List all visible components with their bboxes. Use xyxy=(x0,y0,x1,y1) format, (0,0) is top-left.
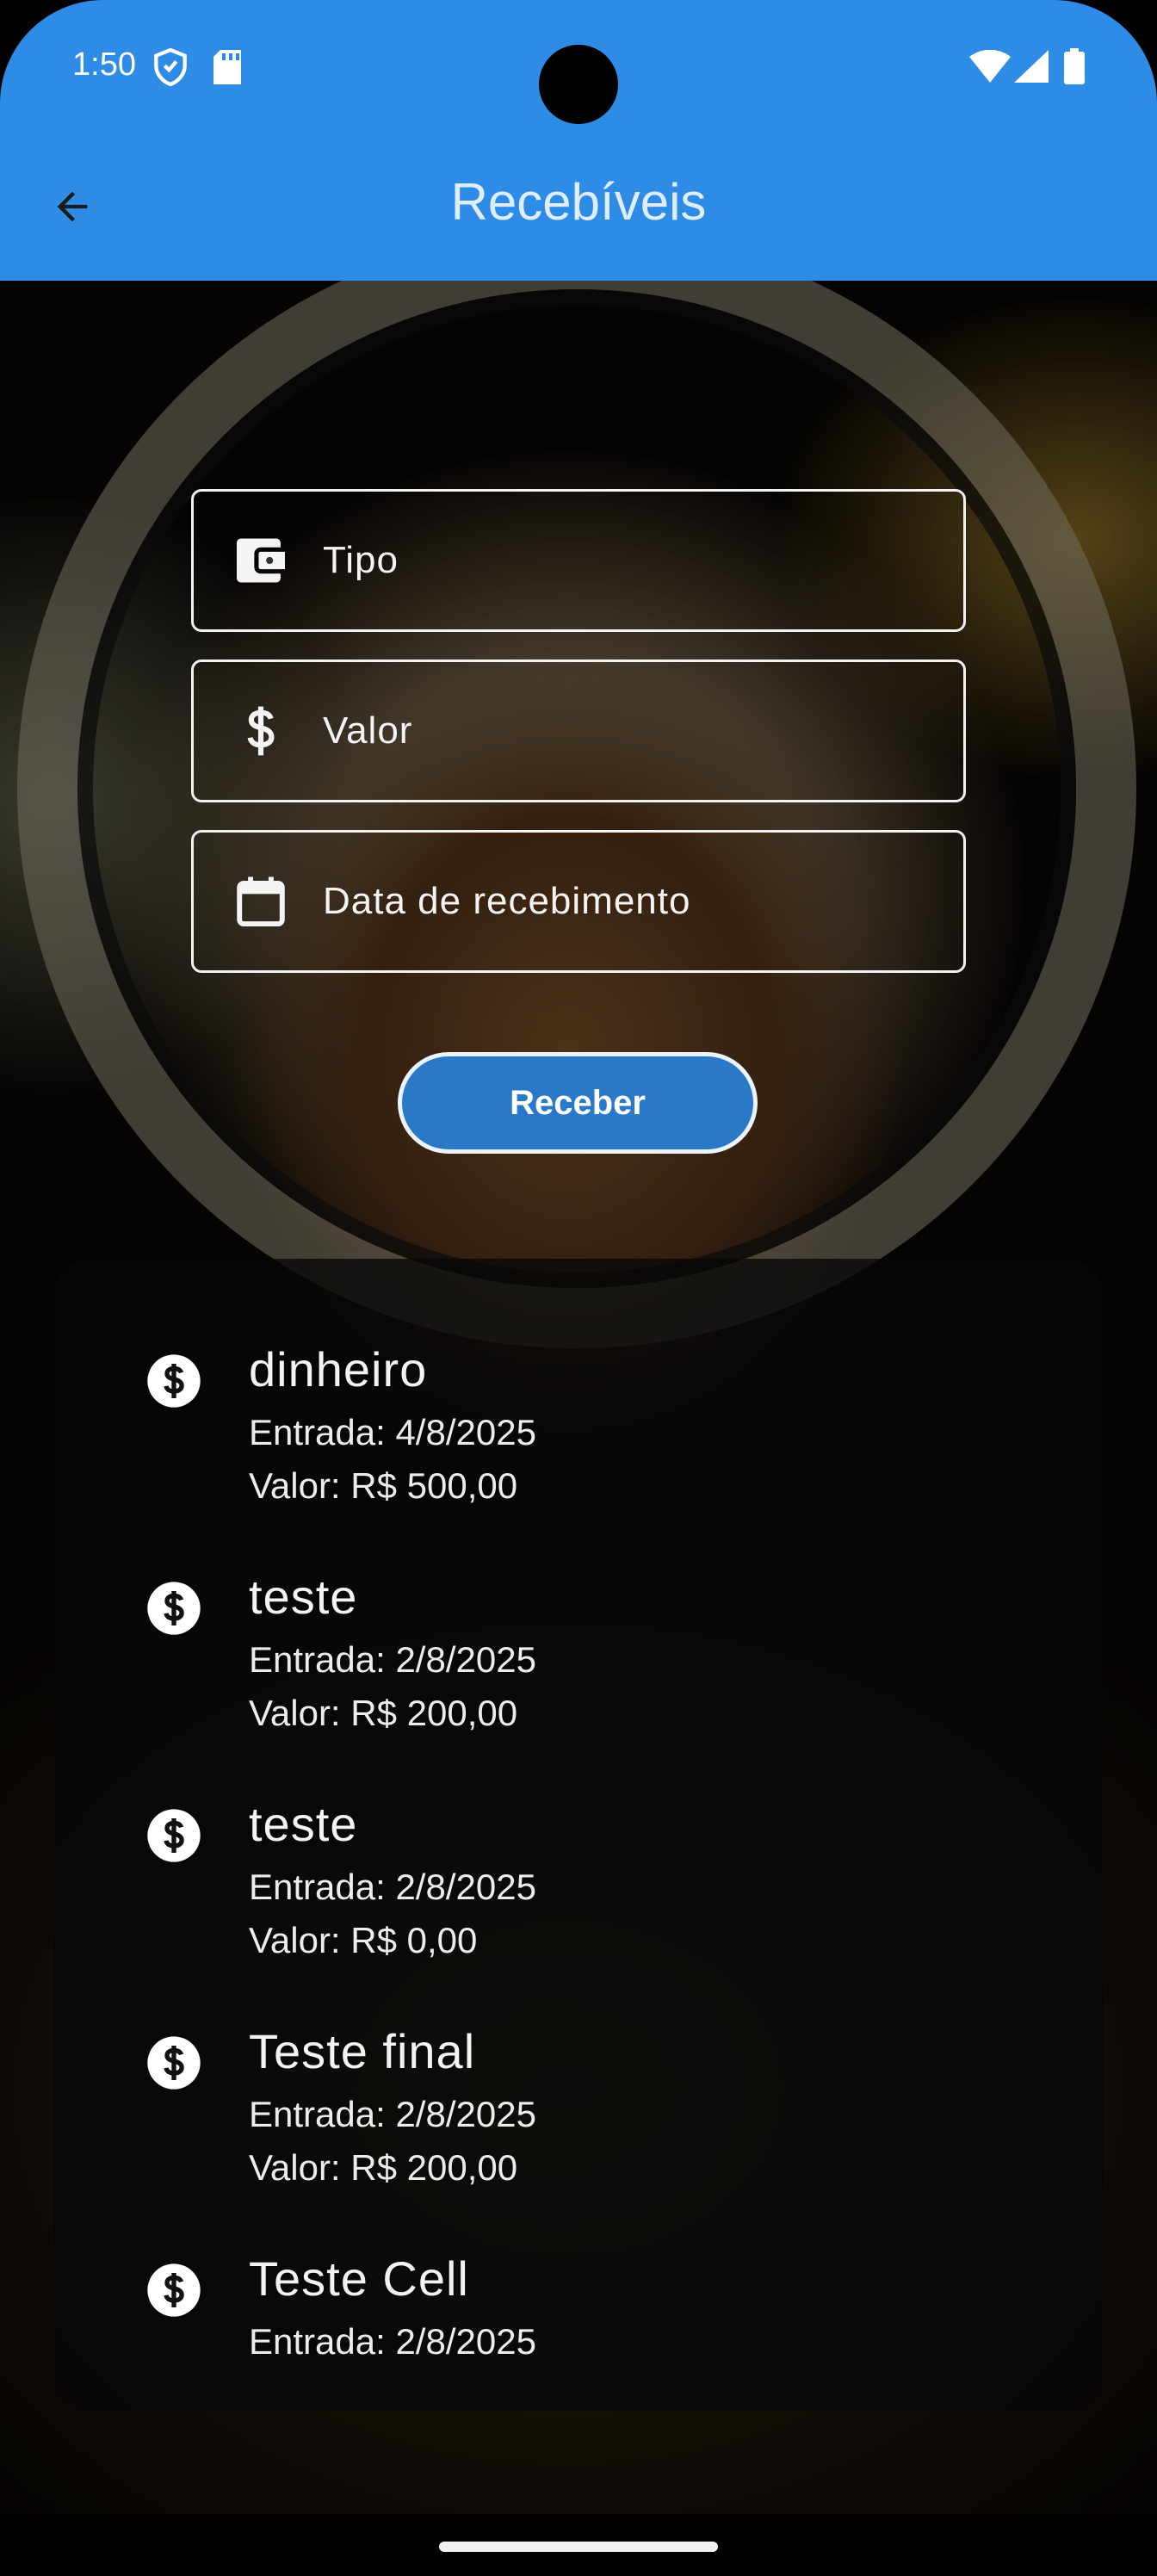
item-entrada: Entrada: 4/8/2025 xyxy=(249,1412,536,1452)
data-recebimento-field[interactable]: Data de recebimento xyxy=(191,830,966,973)
page-title: Recebíveis xyxy=(450,173,707,231)
valor-field[interactable]: Valor xyxy=(191,659,966,802)
gesture-bar[interactable] xyxy=(439,2542,718,2552)
list-item[interactable]: teste Entrada: 2/8/2025 Valor: R$ 0,00 xyxy=(53,1713,1104,1960)
screen: 1:50 Recebíveis Tipo Valor Data de receb… xyxy=(0,0,1157,2576)
item-entrada: Entrada: 2/8/2025 xyxy=(249,1867,536,1907)
dollar-circle-icon xyxy=(147,1582,201,1635)
item-title: Teste final xyxy=(249,2024,476,2078)
list-item[interactable]: Teste final Entrada: 2/8/2025 Valor: R$ … xyxy=(53,1941,1104,2188)
battery-icon xyxy=(1064,48,1085,89)
list-item[interactable]: Teste Cell Entrada: 2/8/2025 xyxy=(53,2168,1104,2395)
camera-cutout xyxy=(539,45,618,124)
wifi-icon xyxy=(969,49,1011,87)
data-recebimento-label: Data de recebimento xyxy=(323,880,691,922)
sd-card-icon xyxy=(213,50,241,89)
item-entrada: Entrada: 2/8/2025 xyxy=(249,2094,536,2134)
tipo-field[interactable]: Tipo xyxy=(191,489,966,632)
receber-button[interactable]: Receber xyxy=(398,1052,758,1154)
dollar-circle-icon xyxy=(147,2263,201,2317)
list-item[interactable]: dinheiro Entrada: 4/8/2025 Valor: R$ 500… xyxy=(53,1259,1104,1506)
item-title: teste xyxy=(249,1570,358,1624)
list-item[interactable]: teste Entrada: 2/8/2025 Valor: R$ 200,00 xyxy=(53,1486,1104,1733)
app-bar: 1:50 Recebíveis xyxy=(0,0,1157,281)
dollar-circle-icon xyxy=(147,1354,201,1408)
signal-icon xyxy=(1014,50,1049,87)
wallet-icon xyxy=(194,492,323,629)
receivables-list: dinheiro Entrada: 4/8/2025 Valor: R$ 500… xyxy=(53,1259,1104,2411)
status-bar: 1:50 xyxy=(0,0,1157,138)
dollar-circle-icon xyxy=(147,1809,201,1862)
calendar-icon xyxy=(194,833,323,970)
status-time: 1:50 xyxy=(72,46,136,83)
item-title: teste xyxy=(249,1797,358,1851)
item-entrada: Entrada: 2/8/2025 xyxy=(249,1639,536,1680)
item-title: Teste Cell xyxy=(249,2251,469,2306)
item-title: dinheiro xyxy=(249,1342,428,1396)
dollar-icon xyxy=(194,662,323,800)
dollar-circle-icon xyxy=(147,2036,201,2090)
tipo-label: Tipo xyxy=(323,539,399,581)
item-entrada: Entrada: 2/8/2025 xyxy=(249,2321,536,2362)
shield-icon xyxy=(153,47,188,90)
valor-label: Valor xyxy=(323,709,413,752)
